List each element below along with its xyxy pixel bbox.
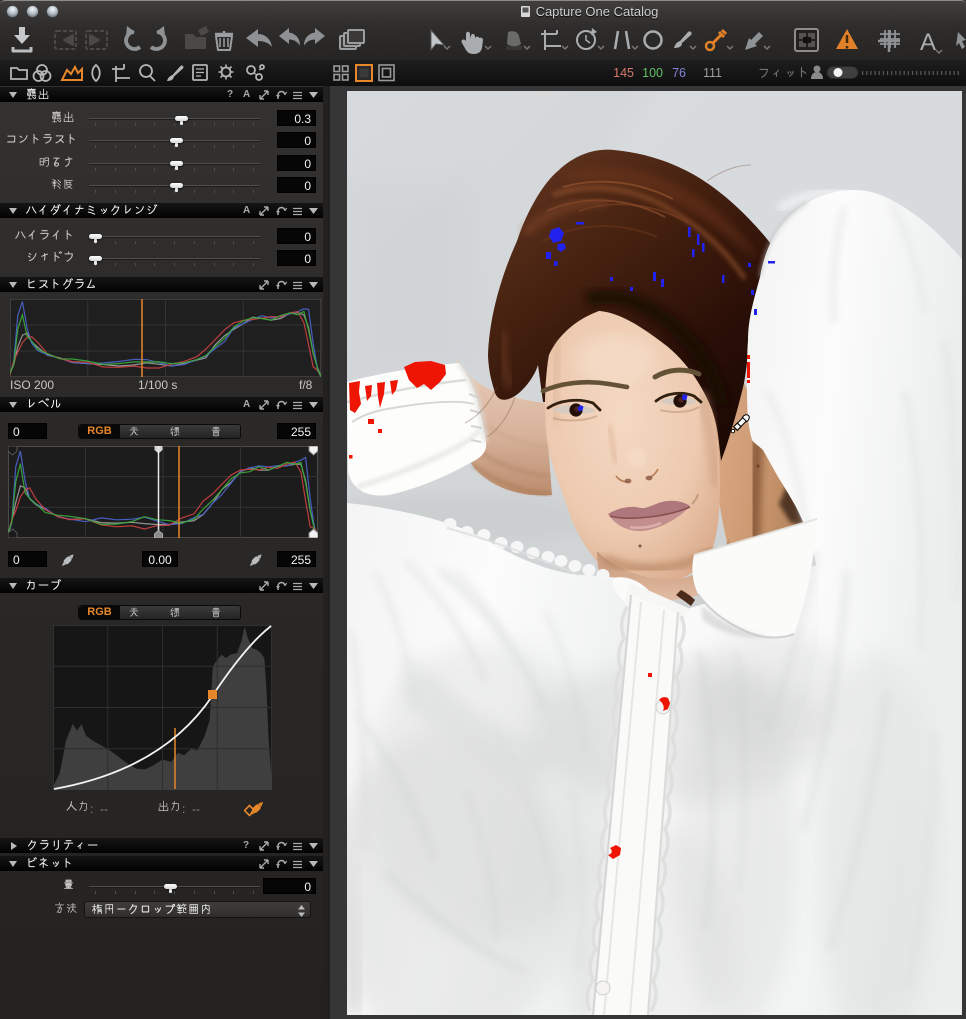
svg-text:100: 100 [642, 66, 663, 80]
svg-text:145: 145 [613, 66, 634, 80]
svg-text:76: 76 [672, 66, 686, 80]
svg-text:111: 111 [703, 66, 722, 80]
svg-text:A: A [920, 29, 936, 56]
